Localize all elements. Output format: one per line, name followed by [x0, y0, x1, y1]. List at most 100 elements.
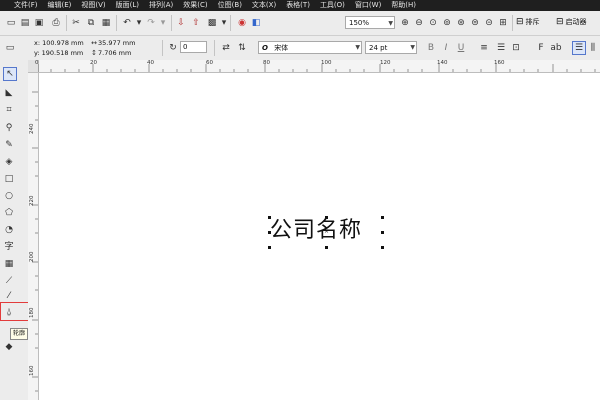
- underline-icon[interactable]: U: [455, 42, 467, 54]
- menu-layout[interactable]: 版面(L): [116, 0, 139, 11]
- toolbar-separator: [171, 15, 172, 31]
- ruler-tick-label: 180: [29, 307, 35, 319]
- export-icon[interactable]: ⇧: [190, 17, 202, 29]
- fill-tool-icon[interactable]: ◆: [3, 341, 15, 353]
- width-field[interactable]: 35.977 mm: [98, 38, 135, 48]
- menu-bar: 文件(F) 编辑(E) 视图(V) 版面(L) 排列(A) 效果(C) 位图(B…: [0, 0, 600, 11]
- basic-shapes-tool-icon[interactable]: ◔: [3, 224, 15, 236]
- paste-icon[interactable]: ▦: [100, 17, 112, 29]
- copy-icon[interactable]: ⧉: [85, 17, 97, 29]
- menu-arrange[interactable]: 排列(A): [149, 0, 173, 11]
- welcome-screen-icon[interactable]: ◧: [250, 17, 262, 29]
- snap-label: 排斥: [525, 18, 540, 26]
- menu-bitmaps[interactable]: 位图(B): [218, 0, 242, 11]
- smart-fill-tool-icon[interactable]: ◈: [3, 156, 15, 168]
- launcher-button[interactable]: ⊟ 启动器: [556, 16, 587, 29]
- chevron-down-icon: ▼: [388, 20, 393, 27]
- pan-icon[interactable]: ⊞: [497, 17, 509, 29]
- position-x-field[interactable]: x: 100.978 mm: [34, 38, 84, 48]
- zoom-in-icon[interactable]: ⊕: [399, 17, 411, 29]
- dimension-tool-icon[interactable]: ⟋: [3, 275, 15, 287]
- snap-icon: ⊟: [516, 17, 524, 27]
- selection-handle[interactable]: [268, 216, 271, 219]
- eyedropper-tool-icon[interactable]: ⁄: [3, 290, 15, 302]
- zoom-selected-icon[interactable]: ⊙: [427, 17, 439, 29]
- ruler-tick-label: 80: [263, 60, 270, 66]
- undo-icon[interactable]: ↶: [121, 17, 133, 29]
- chevron-down-icon: ▼: [355, 44, 360, 51]
- character-formatting-icon[interactable]: F: [535, 42, 547, 54]
- publish-dropdown-icon[interactable]: ▾: [218, 17, 230, 29]
- selection-handle[interactable]: [381, 231, 384, 234]
- freehand-tool-icon[interactable]: ✎: [3, 139, 15, 151]
- launcher-label: 启动器: [565, 18, 587, 26]
- selection-handle[interactable]: [381, 246, 384, 249]
- polygon-tool-icon[interactable]: ⬠: [3, 207, 15, 219]
- text-align-icon[interactable]: ≡: [478, 42, 490, 54]
- menu-effects[interactable]: 效果(C): [183, 0, 207, 11]
- cut-icon[interactable]: ✂: [70, 17, 82, 29]
- selection-handle[interactable]: [268, 246, 271, 249]
- bullet-list-icon[interactable]: ☰: [495, 42, 507, 54]
- selection-handle[interactable]: [381, 216, 384, 219]
- menu-tools[interactable]: 工具(O): [320, 0, 345, 11]
- position-y-field[interactable]: y: 190.518 mm: [34, 48, 83, 58]
- ellipse-tool-icon[interactable]: ○: [3, 190, 15, 202]
- mirror-horizontal-icon[interactable]: ⇄: [220, 42, 232, 54]
- bold-icon[interactable]: B: [425, 42, 437, 54]
- selection-handle[interactable]: [268, 231, 271, 234]
- redo-dropdown-icon[interactable]: ▾: [157, 17, 169, 29]
- snap-to-button[interactable]: ⊟ 排斥: [516, 16, 540, 29]
- menu-help[interactable]: 帮助(H): [391, 0, 416, 11]
- outline-tool-tooltip: 轮廓: [10, 328, 29, 340]
- drop-cap-icon[interactable]: ⊡: [510, 42, 522, 54]
- zoom-level-select[interactable]: 150% ▼: [345, 16, 395, 29]
- zoom-page-icon[interactable]: ⊛: [455, 17, 467, 29]
- ruler-tick-label: 100: [321, 60, 332, 66]
- print-icon[interactable]: ⎙: [50, 17, 62, 29]
- rectangle-tool-icon[interactable]: □: [3, 173, 15, 185]
- font-family-select[interactable]: O 宋体 ▼: [258, 41, 362, 54]
- save-icon[interactable]: ▣: [33, 17, 45, 29]
- redo-icon[interactable]: ↷: [145, 17, 157, 29]
- zoom-tool-icon[interactable]: ⚲: [3, 122, 15, 134]
- open-icon[interactable]: ▤: [19, 17, 31, 29]
- selection-handle[interactable]: [325, 246, 328, 249]
- shape-tool-icon[interactable]: ◣: [3, 87, 15, 99]
- table-tool-icon[interactable]: ▦: [3, 258, 15, 270]
- menu-view[interactable]: 视图(V): [81, 0, 105, 11]
- new-document-icon[interactable]: ▭: [5, 17, 17, 29]
- ruler-tick-label: 240: [29, 123, 35, 135]
- zoom-out-icon[interactable]: ⊖: [413, 17, 425, 29]
- publish-pdf-icon[interactable]: ▩: [206, 17, 218, 29]
- zoom-width-icon[interactable]: ⊜: [469, 17, 481, 29]
- horizontal-text-icon[interactable]: ☰: [572, 41, 586, 55]
- horizontal-ruler-ticks: [38, 64, 596, 72]
- zoom-level-value: 150%: [349, 19, 370, 27]
- italic-icon[interactable]: I: [440, 42, 452, 54]
- font-size-select[interactable]: 24 pt ▼: [365, 41, 417, 54]
- import-icon[interactable]: ⇩: [175, 17, 187, 29]
- application-launcher-icon[interactable]: ◉: [236, 17, 248, 29]
- crop-tool-icon[interactable]: ⌗: [3, 104, 15, 116]
- height-field[interactable]: 7.706 mm: [98, 48, 131, 58]
- text-tool-icon[interactable]: 字: [3, 239, 15, 252]
- zoom-height-icon[interactable]: ⊝: [483, 17, 495, 29]
- menu-window[interactable]: 窗口(W): [355, 0, 381, 11]
- mirror-vertical-icon[interactable]: ⇅: [236, 42, 248, 54]
- rotation-angle-input[interactable]: 0: [180, 41, 207, 53]
- center-marker-icon: ×: [324, 228, 330, 235]
- menu-file[interactable]: 文件(F): [14, 0, 38, 11]
- pick-tool-icon[interactable]: ↖: [3, 67, 17, 81]
- edit-text-icon[interactable]: ab: [550, 42, 562, 54]
- vertical-text-icon[interactable]: ⫼: [587, 42, 599, 54]
- toolbar-separator: [162, 40, 163, 56]
- menu-edit[interactable]: 编辑(E): [48, 0, 72, 11]
- ruler-tick-label: 120: [380, 60, 391, 66]
- undo-dropdown-icon[interactable]: ▾: [133, 17, 145, 29]
- toolbar-separator: [66, 15, 67, 31]
- menu-text[interactable]: 文本(X): [252, 0, 276, 11]
- zoom-all-icon[interactable]: ⊚: [441, 17, 453, 29]
- menu-table[interactable]: 表格(T): [286, 0, 310, 11]
- selection-handle[interactable]: [325, 216, 328, 219]
